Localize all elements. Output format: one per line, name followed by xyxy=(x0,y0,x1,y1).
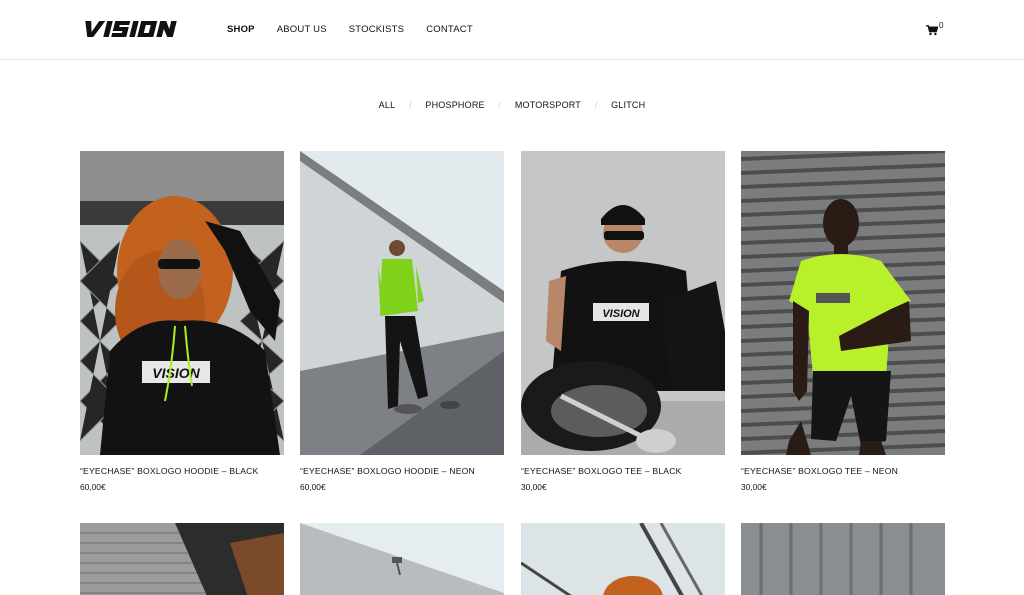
filter-phosphore[interactable]: PHOSPHORE xyxy=(425,100,484,110)
product-image[interactable]: VISION xyxy=(80,151,284,455)
product-image[interactable] xyxy=(741,151,945,455)
nav-stockists[interactable]: STOCKISTS xyxy=(349,24,404,36)
filter-separator: / xyxy=(594,100,598,110)
nav-shop[interactable]: SHOP xyxy=(227,24,255,36)
product-image[interactable]: VISION xyxy=(521,151,725,455)
main-nav: SHOP ABOUT US STOCKISTS CONTACT xyxy=(227,24,473,36)
product-card[interactable]: VISION “EYECHASE” BOXLOGO TEE – BLACK 30… xyxy=(521,151,725,492)
product-price: 60,00€ xyxy=(300,482,326,492)
nav-contact[interactable]: CONTACT xyxy=(426,24,473,36)
product-image[interactable] xyxy=(521,523,725,595)
product-card[interactable]: VISION “EYECHASE” BOXLOGO HOODIE – BLACK… xyxy=(80,151,284,492)
product-title[interactable]: “EYECHASE” BOXLOGO HOODIE – NEON xyxy=(300,466,475,476)
cart-count: 0 xyxy=(939,21,944,30)
filter-motorsport[interactable]: MOTORSPORT xyxy=(515,100,581,110)
nav-about-us[interactable]: ABOUT US xyxy=(277,24,327,36)
product-price: 60,00€ xyxy=(80,482,106,492)
product-card[interactable]: “EYECHASE” BOXLOGO HOODIE – NEON 60,00€ xyxy=(300,151,504,492)
product-title[interactable]: “EYECHASE” BOXLOGO HOODIE – BLACK xyxy=(80,466,259,476)
product-title[interactable]: “EYECHASE” BOXLOGO TEE – BLACK xyxy=(521,466,682,476)
product-image[interactable] xyxy=(300,151,504,455)
product-image[interactable] xyxy=(300,523,504,595)
filter-all[interactable]: ALL xyxy=(379,100,396,110)
svg-text:VISION: VISION xyxy=(602,308,640,320)
category-filters: ALL / PHOSPHORE / MOTORSPORT / GLITCH xyxy=(0,100,1024,110)
product-image[interactable] xyxy=(741,523,945,595)
product-title[interactable]: “EYECHASE” BOXLOGO TEE – NEON xyxy=(741,466,898,476)
filter-separator: / xyxy=(409,100,412,110)
cart-icon xyxy=(926,25,938,36)
product-image[interactable] xyxy=(80,523,284,595)
cart-button[interactable]: 0 xyxy=(926,21,950,40)
product-price: 30,00€ xyxy=(741,482,767,492)
svg-text:VISION: VISION xyxy=(152,365,200,381)
filter-glitch[interactable]: GLITCH xyxy=(611,100,645,110)
product-price: 30,00€ xyxy=(521,482,547,492)
site-header: SHOP ABOUT US STOCKISTS CONTACT 0 xyxy=(0,0,1024,60)
vision-logo[interactable] xyxy=(80,18,190,40)
filter-separator: / xyxy=(498,100,502,110)
product-card[interactable]: “EYECHASE” BOXLOGO TEE – NEON 30,00€ xyxy=(741,151,945,492)
